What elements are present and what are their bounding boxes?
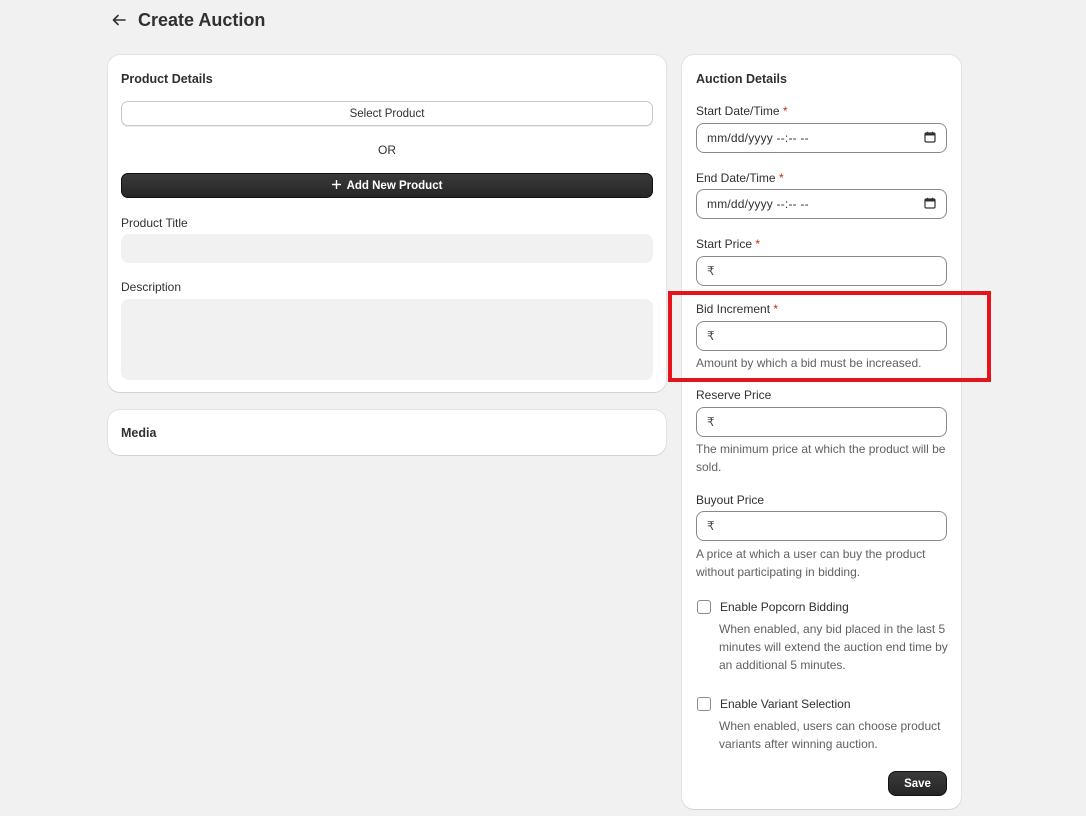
- buyout-price-input[interactable]: ₹: [696, 511, 947, 541]
- bid-increment-label-text: Bid Increment: [696, 302, 771, 316]
- reserve-price-label: Reserve Price: [696, 388, 772, 402]
- popcorn-bidding-label[interactable]: Enable Popcorn Bidding: [720, 600, 849, 614]
- start-price-label: Start Price *: [696, 237, 760, 251]
- product-title-input[interactable]: [121, 234, 653, 263]
- buyout-price-help: A price at which a user can buy the prod…: [696, 547, 926, 579]
- arrow-left-icon[interactable]: [110, 11, 128, 29]
- bid-increment-label: Bid Increment *: [696, 302, 778, 316]
- product-title-label: Product Title: [121, 216, 188, 230]
- start-datetime-label-text: Start Date/Time: [696, 104, 780, 118]
- product-details-card: Product Details Select Product OR Add Ne…: [108, 55, 666, 392]
- start-datetime-placeholder: mm/dd/yyyy --:-- --: [707, 131, 809, 145]
- reserve-price-input[interactable]: ₹: [696, 407, 947, 437]
- popcorn-bidding-help: When enabled, any bid placed in the last…: [719, 622, 948, 672]
- calendar-icon[interactable]: [924, 197, 936, 212]
- end-datetime-label: End Date/Time *: [696, 171, 784, 185]
- bid-increment-input[interactable]: ₹: [696, 321, 947, 351]
- rupee-prefix: ₹: [707, 329, 715, 343]
- page-header: Create Auction: [110, 8, 265, 32]
- variant-selection-checkbox[interactable]: [697, 697, 711, 711]
- select-product-button[interactable]: Select Product: [121, 101, 653, 126]
- or-divider-text: OR: [378, 143, 396, 157]
- auction-details-title: Auction Details: [696, 72, 787, 86]
- calendar-icon[interactable]: [924, 131, 936, 146]
- save-button[interactable]: Save: [888, 771, 947, 796]
- required-marker: *: [773, 302, 779, 316]
- required-marker: *: [782, 104, 788, 118]
- rupee-prefix: ₹: [707, 519, 715, 533]
- rupee-prefix: ₹: [707, 264, 715, 278]
- variant-selection-row: Enable Variant Selection: [697, 697, 851, 711]
- auction-details-card: Auction Details Start Date/Time * mm/dd/…: [682, 55, 961, 809]
- reserve-price-help: The minimum price at which the product w…: [696, 442, 946, 474]
- popcorn-bidding-row: Enable Popcorn Bidding: [697, 600, 849, 614]
- popcorn-bidding-checkbox[interactable]: [697, 600, 711, 614]
- required-marker: *: [778, 171, 784, 185]
- start-price-label-text: Start Price: [696, 237, 753, 251]
- required-marker: *: [755, 237, 761, 251]
- media-title: Media: [121, 426, 157, 440]
- plus-icon: [331, 179, 341, 192]
- bid-increment-help: Amount by which a bid must be increased.: [696, 356, 922, 370]
- product-details-title: Product Details: [121, 72, 213, 86]
- start-datetime-label: Start Date/Time *: [696, 104, 788, 118]
- buyout-price-label: Buyout Price: [696, 493, 765, 507]
- page-title: Create Auction: [138, 9, 266, 30]
- start-price-input[interactable]: ₹: [696, 256, 947, 286]
- add-new-product-label: Add New Product: [346, 179, 443, 192]
- add-new-product-button[interactable]: Add New Product: [121, 173, 653, 198]
- description-textarea[interactable]: [121, 299, 653, 380]
- media-card: Media: [108, 410, 666, 455]
- end-datetime-input[interactable]: mm/dd/yyyy --:-- --: [696, 189, 947, 219]
- end-datetime-placeholder: mm/dd/yyyy --:-- --: [707, 197, 809, 211]
- end-datetime-label-text: End Date/Time: [696, 171, 776, 185]
- description-label: Description: [121, 280, 182, 294]
- variant-selection-help: When enabled, users can choose product v…: [719, 719, 941, 751]
- create-auction-page: Create Auction Product Details Select Pr…: [0, 0, 1086, 816]
- variant-selection-label[interactable]: Enable Variant Selection: [720, 697, 851, 711]
- rupee-prefix: ₹: [707, 415, 715, 429]
- start-datetime-input[interactable]: mm/dd/yyyy --:-- --: [696, 123, 947, 153]
